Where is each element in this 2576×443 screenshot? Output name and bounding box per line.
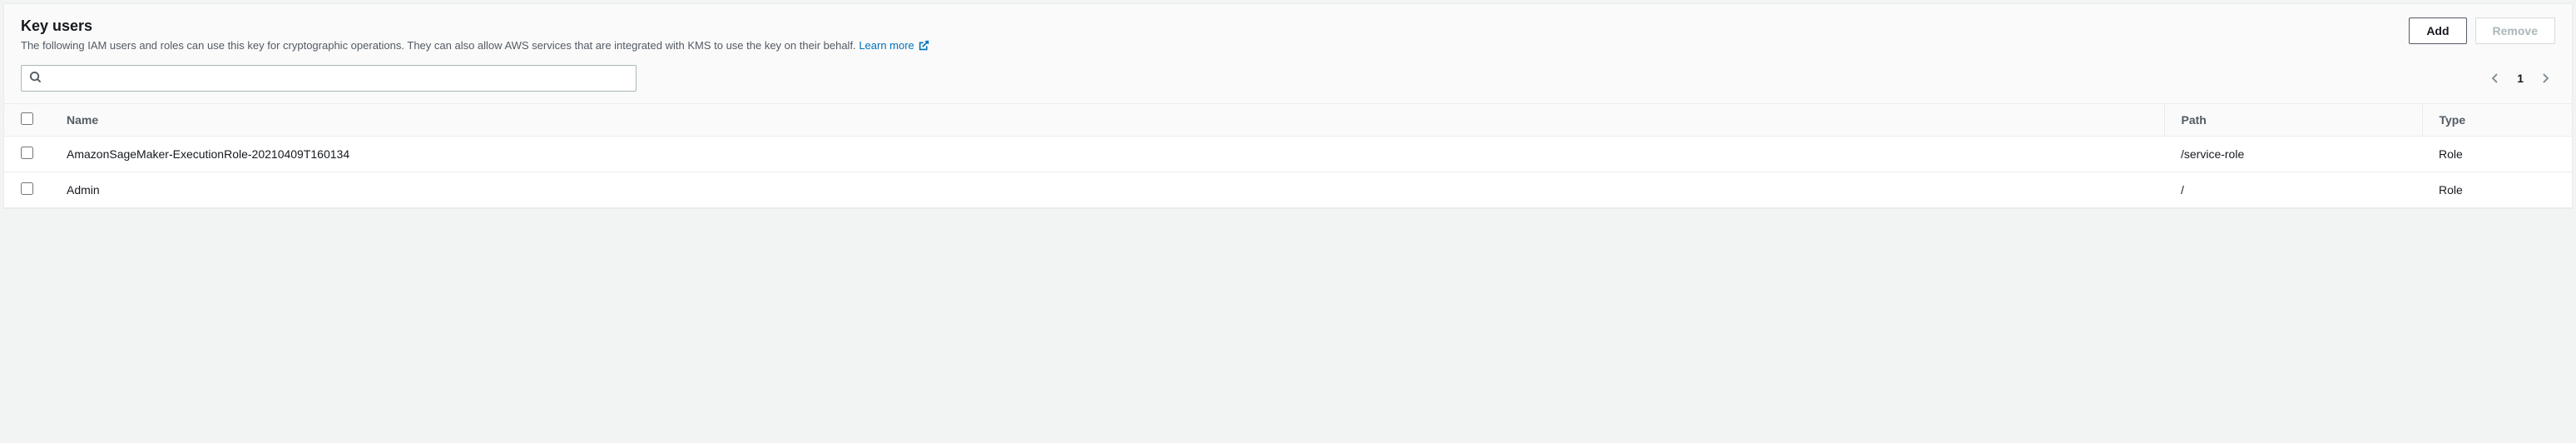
col-header-type[interactable]: Type	[2422, 104, 2572, 137]
col-header-path[interactable]: Path	[2164, 104, 2422, 137]
chevron-left-icon	[2489, 72, 2502, 85]
remove-button[interactable]: Remove	[2475, 17, 2555, 44]
external-link-icon	[919, 40, 929, 51]
panel-title: Key users	[21, 17, 2409, 35]
page-prev-button[interactable]	[2485, 68, 2505, 88]
cell-name: AmazonSageMaker-ExecutionRole-20210409T1…	[50, 137, 2164, 172]
cell-type: Role	[2422, 137, 2572, 172]
search-wrap	[21, 65, 637, 92]
header-left: Key users The following IAM users and ro…	[21, 17, 2409, 53]
header-actions: Add Remove	[2409, 17, 2555, 44]
toolbar: 1	[4, 53, 2572, 103]
pagination: 1	[2485, 68, 2555, 88]
chevron-right-icon	[2539, 72, 2552, 85]
row-checkbox[interactable]	[21, 182, 33, 195]
learn-more-link[interactable]: Learn more	[859, 39, 929, 52]
row-checkbox[interactable]	[21, 147, 33, 159]
learn-more-label: Learn more	[859, 39, 914, 52]
cell-name: Admin	[50, 172, 2164, 208]
page-number: 1	[2517, 72, 2524, 85]
table-row: Admin / Role	[4, 172, 2572, 208]
cell-type: Role	[2422, 172, 2572, 208]
panel-header: Key users The following IAM users and ro…	[4, 4, 2572, 53]
page-next-button[interactable]	[2535, 68, 2555, 88]
cell-path: /service-role	[2164, 137, 2422, 172]
key-users-panel: Key users The following IAM users and ro…	[3, 3, 2573, 209]
table-row: AmazonSageMaker-ExecutionRole-20210409T1…	[4, 137, 2572, 172]
description-text: The following IAM users and roles can us…	[21, 39, 856, 52]
col-header-name[interactable]: Name	[50, 104, 2164, 137]
add-button[interactable]: Add	[2409, 17, 2466, 44]
table-header-row: Name Path Type	[4, 104, 2572, 137]
select-all-checkbox[interactable]	[21, 112, 33, 125]
col-header-select	[4, 104, 50, 137]
panel-description: The following IAM users and roles can us…	[21, 38, 2409, 53]
key-users-table: Name Path Type AmazonSageMaker-Execution…	[4, 103, 2572, 208]
search-input[interactable]	[21, 65, 637, 92]
cell-path: /	[2164, 172, 2422, 208]
